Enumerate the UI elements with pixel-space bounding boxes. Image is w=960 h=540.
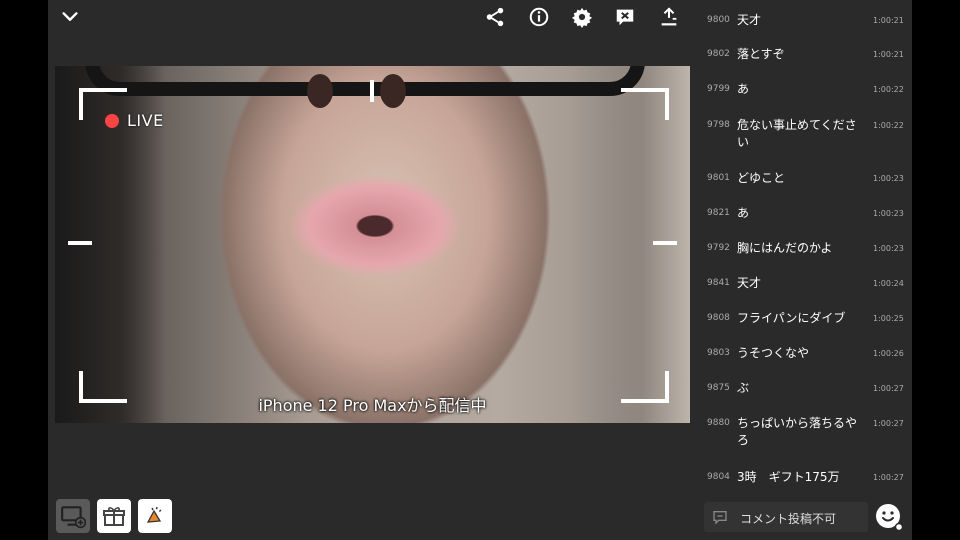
comment-text: 天才 — [737, 13, 762, 27]
comment-time: 1:00:23 — [873, 209, 904, 218]
frame-tick-top — [370, 80, 374, 102]
comment-user-id: 9802 — [707, 49, 730, 59]
comment-text: あ — [737, 82, 750, 96]
comment-time: 1:00:25 — [873, 314, 904, 323]
gift-button[interactable] — [97, 499, 131, 533]
player-column: LIVE iPhone 12 Pro Maxから配信中 — [48, 0, 696, 540]
comment-user-id: 9798 — [707, 120, 730, 130]
close-comments-icon[interactable] — [612, 4, 638, 30]
comment-text: 胸にはんだのかよ — [737, 241, 833, 255]
comment-time: 1:00:24 — [873, 279, 904, 288]
comment-text: ちっぱいから落ちるやろ — [737, 416, 858, 447]
video-frame-region — [85, 66, 645, 96]
comment-user-id: 9792 — [707, 243, 730, 253]
comment-user-id: 9880 — [707, 418, 730, 428]
comment-text: うそつくなや — [737, 346, 810, 360]
comment-input[interactable]: コメント投稿不可 — [704, 502, 868, 532]
comment-text: 天才 — [737, 276, 762, 290]
comment-text: あ — [737, 206, 750, 220]
video-player[interactable]: LIVE iPhone 12 Pro Maxから配信中 — [55, 66, 690, 423]
live-dot-icon — [105, 113, 119, 128]
chevron-down-icon[interactable] — [57, 4, 83, 30]
comment-time: 1:00:27 — [873, 384, 904, 393]
comment-user-id: 9841 — [707, 278, 730, 288]
comment-time: 1:00:27 — [873, 473, 904, 482]
comment-text: 落とすぞ — [737, 47, 785, 61]
comment-text: ぶ — [737, 381, 750, 395]
app-window: LIVE iPhone 12 Pro Maxから配信中 9800 天才 1:00… — [48, 0, 912, 540]
comment-user-id: 9803 — [707, 348, 730, 358]
share-icon[interactable] — [482, 4, 508, 30]
comment-time: 1:00:27 — [873, 419, 904, 428]
comment-user-id: 9799 — [707, 84, 730, 94]
megaphone-button[interactable] — [138, 499, 172, 533]
video-frame-region — [290, 176, 460, 276]
download-icon[interactable] — [656, 4, 682, 30]
comment-user-id: 9808 — [707, 313, 730, 323]
screen-add-button[interactable] — [56, 499, 90, 533]
frame-tick-right — [653, 241, 677, 245]
stream-caption: iPhone 12 Pro Maxから配信中 — [258, 396, 487, 415]
info-icon[interactable] — [526, 4, 552, 30]
megaphone-icon — [146, 506, 162, 523]
live-label: LIVE — [127, 111, 164, 130]
comment-time: 1:00:21 — [873, 50, 904, 59]
gift-icon — [103, 507, 125, 526]
comment-user-id: 9875 — [707, 383, 730, 393]
gear-icon[interactable] — [569, 4, 595, 30]
comment-time: 1:00:22 — [873, 85, 904, 94]
comment-text: フライパンにダイブ — [737, 311, 846, 325]
comment-time: 1:00:23 — [873, 174, 904, 183]
comment-list[interactable]: 9800 天才 1:00:21 9802 落とすぞ 1:00:21 9799 あ… — [696, 0, 912, 498]
comment-user-id: 9821 — [707, 208, 730, 218]
comment-user-id: 9800 — [707, 15, 730, 25]
comment-time: 1:00:26 — [873, 349, 904, 358]
screen-add-icon — [61, 506, 86, 529]
comment-text: 危ない事止めてください — [737, 118, 857, 149]
comment-time: 1:00:21 — [873, 16, 904, 25]
smiley-icon — [876, 504, 904, 532]
comment-time: 1:00:23 — [873, 244, 904, 253]
comment-user-id: 9804 — [707, 472, 730, 482]
comment-time: 1:00:22 — [873, 121, 904, 130]
comment-text: どゆこと — [737, 171, 786, 185]
frame-corner-top-right — [621, 88, 669, 120]
comment-text: 3時 ギフト175万 — [737, 470, 840, 484]
emoji-button[interactable] — [874, 502, 904, 532]
video-frame-region — [380, 74, 406, 108]
comment-bubble-icon — [713, 511, 727, 525]
comment-input-label: コメント投稿不可 — [740, 512, 837, 526]
live-badge: LIVE — [105, 111, 164, 130]
comment-user-id: 9801 — [707, 173, 730, 183]
video-frame-region — [307, 74, 333, 108]
frame-tick-left — [68, 241, 92, 245]
